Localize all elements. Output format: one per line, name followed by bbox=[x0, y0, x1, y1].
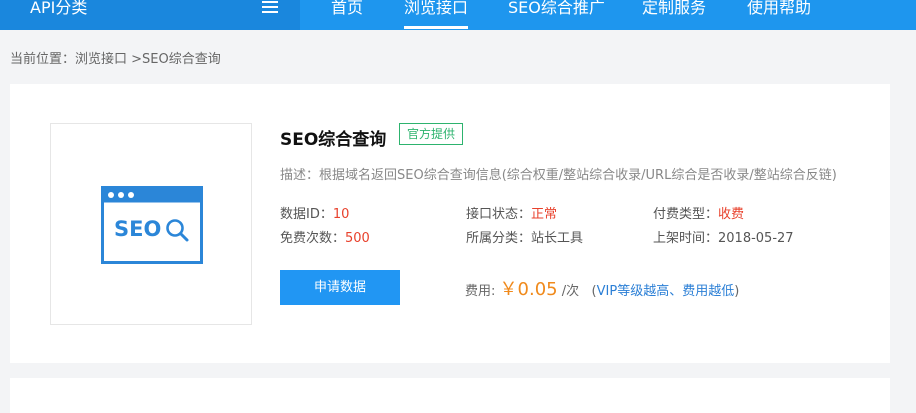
nav-custom-service[interactable]: 定制服务 bbox=[642, 0, 706, 18]
meta-data-id: 数据ID：10 bbox=[280, 207, 350, 222]
nav-browse-api[interactable]: 浏览接口 bbox=[404, 0, 468, 18]
official-badge: 官方提供 bbox=[399, 123, 464, 145]
fee-unit: /次 bbox=[561, 284, 580, 299]
api-category-label: API分类 bbox=[30, 0, 88, 17]
meta-release-date: 上架时间：2018-05-27 bbox=[653, 231, 794, 246]
api-category-menu[interactable]: API分类 bbox=[0, 0, 300, 30]
fee-price: ￥0.05 bbox=[499, 279, 558, 300]
breadcrumb: 当前位置：浏览接口 >SEO综合查询 bbox=[10, 52, 221, 67]
meta-free-times: 免费次数：500 bbox=[280, 231, 370, 246]
api-title: SEO综合查询 bbox=[280, 130, 387, 150]
fee-label: 费用: bbox=[465, 284, 496, 299]
hamburger-menu-icon[interactable] bbox=[262, 1, 278, 15]
top-navbar: API分类 首页 浏览接口 SEO综合推广 定制服务 使用帮助 bbox=[0, 0, 916, 30]
api-description: 描述：根据域名返回SEO综合查询信息(综合权重/整站综合收录/URL综合是否收录… bbox=[280, 168, 837, 183]
api-logo: SEO bbox=[50, 123, 252, 325]
nav-seo-promotion[interactable]: SEO综合推广 bbox=[508, 0, 605, 18]
nav-active-indicator bbox=[404, 26, 468, 29]
seo-browser-icon: SEO bbox=[101, 186, 203, 264]
vip-fee-note[interactable]: VIP等级越高、费用越低 bbox=[597, 284, 735, 299]
api-detail-card: SEO SEO综合查询 官方提供 描述：根据域名返回SEO综合查询信息(综合权重… bbox=[10, 84, 890, 363]
meta-pay-type: 付费类型：收费 bbox=[653, 207, 745, 222]
logo-text: SEO bbox=[114, 217, 161, 241]
secondary-card bbox=[10, 378, 890, 413]
fee-info: 费用: ￥0.05 /次 (VIP等级越高、费用越低) bbox=[465, 279, 740, 300]
meta-category: 所属分类：站长工具 bbox=[466, 231, 584, 246]
nav-help[interactable]: 使用帮助 bbox=[747, 0, 811, 18]
nav-home[interactable]: 首页 bbox=[331, 0, 363, 18]
meta-status: 接口状态：正常 bbox=[466, 207, 558, 222]
apply-data-button[interactable]: 申请数据 bbox=[280, 270, 400, 305]
